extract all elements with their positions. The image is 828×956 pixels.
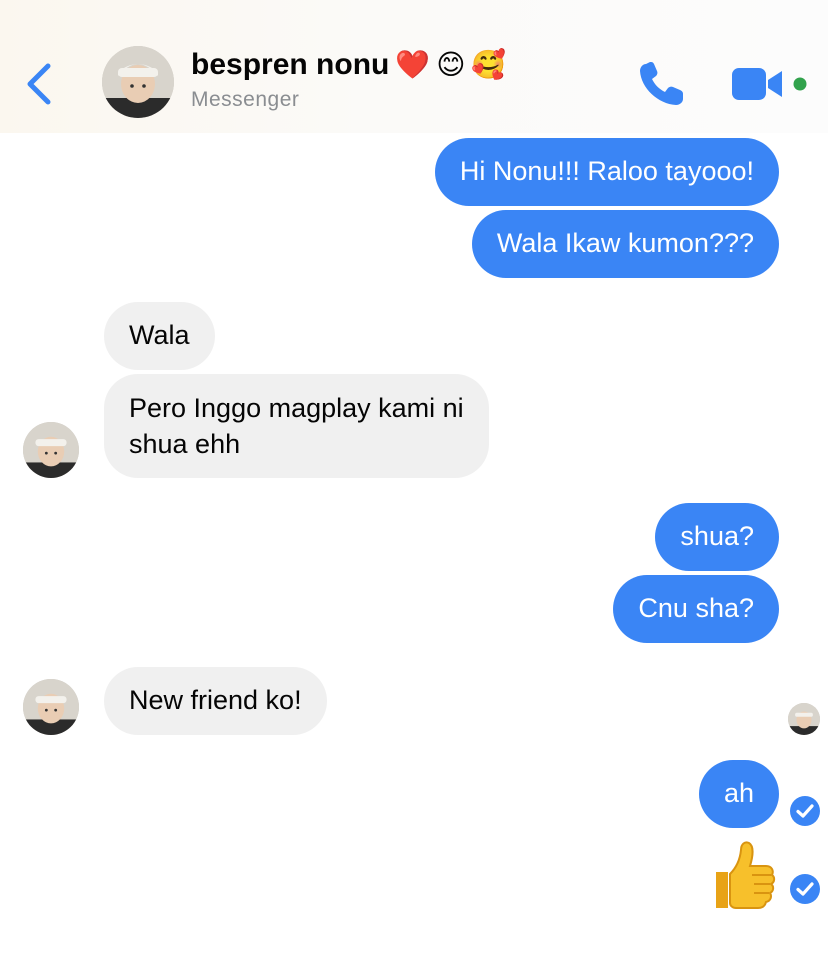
- video-camera-icon[interactable]: [728, 62, 810, 106]
- heart-emoji: ❤️: [395, 48, 431, 81]
- phone-icon[interactable]: [634, 58, 690, 110]
- thumbs-up-icon[interactable]: [708, 838, 778, 912]
- smiling-face-with-hearts-emoji: 🥰: [471, 48, 507, 81]
- contact-name-row[interactable]: bespren nonu ❤️ 😊 🥰: [191, 48, 506, 82]
- smile-emoji: 😊: [436, 48, 466, 81]
- chevron-left-icon[interactable]: [22, 58, 58, 110]
- message-line: Pero Inggo magplay kami ni: [129, 393, 464, 423]
- contact-subtitle: Messenger: [191, 88, 300, 111]
- contact-avatar-small[interactable]: [23, 679, 79, 735]
- message-bubble-incoming[interactable]: Pero Inggo magplay kami ni shua ehh: [104, 374, 489, 478]
- message-line: shua ehh: [129, 429, 241, 459]
- contact-avatar-small[interactable]: [23, 422, 79, 478]
- message-bubble-outgoing[interactable]: ah: [698, 760, 779, 828]
- online-status-dot: [793, 77, 807, 91]
- message-bubble-incoming[interactable]: Wala: [104, 302, 215, 370]
- message-bubble-outgoing[interactable]: Hi Nonu!!! Raloo tayooo!: [434, 138, 779, 206]
- contact-name: bespren nonu: [191, 48, 390, 81]
- message-bubble-incoming[interactable]: New friend ko!: [104, 667, 327, 735]
- message-bubble-outgoing[interactable]: Cnu sha?: [613, 575, 779, 643]
- delivered-check-icon: [790, 874, 820, 904]
- read-receipt-avatar: [788, 703, 820, 735]
- contact-avatar[interactable]: [102, 46, 174, 118]
- message-bubble-outgoing[interactable]: shua?: [655, 503, 779, 571]
- chat-header: bespren nonu ❤️ 😊 🥰 Messenger: [0, 0, 828, 133]
- message-bubble-outgoing[interactable]: Wala Ikaw kumon???: [471, 210, 779, 278]
- delivered-check-icon: [790, 796, 820, 826]
